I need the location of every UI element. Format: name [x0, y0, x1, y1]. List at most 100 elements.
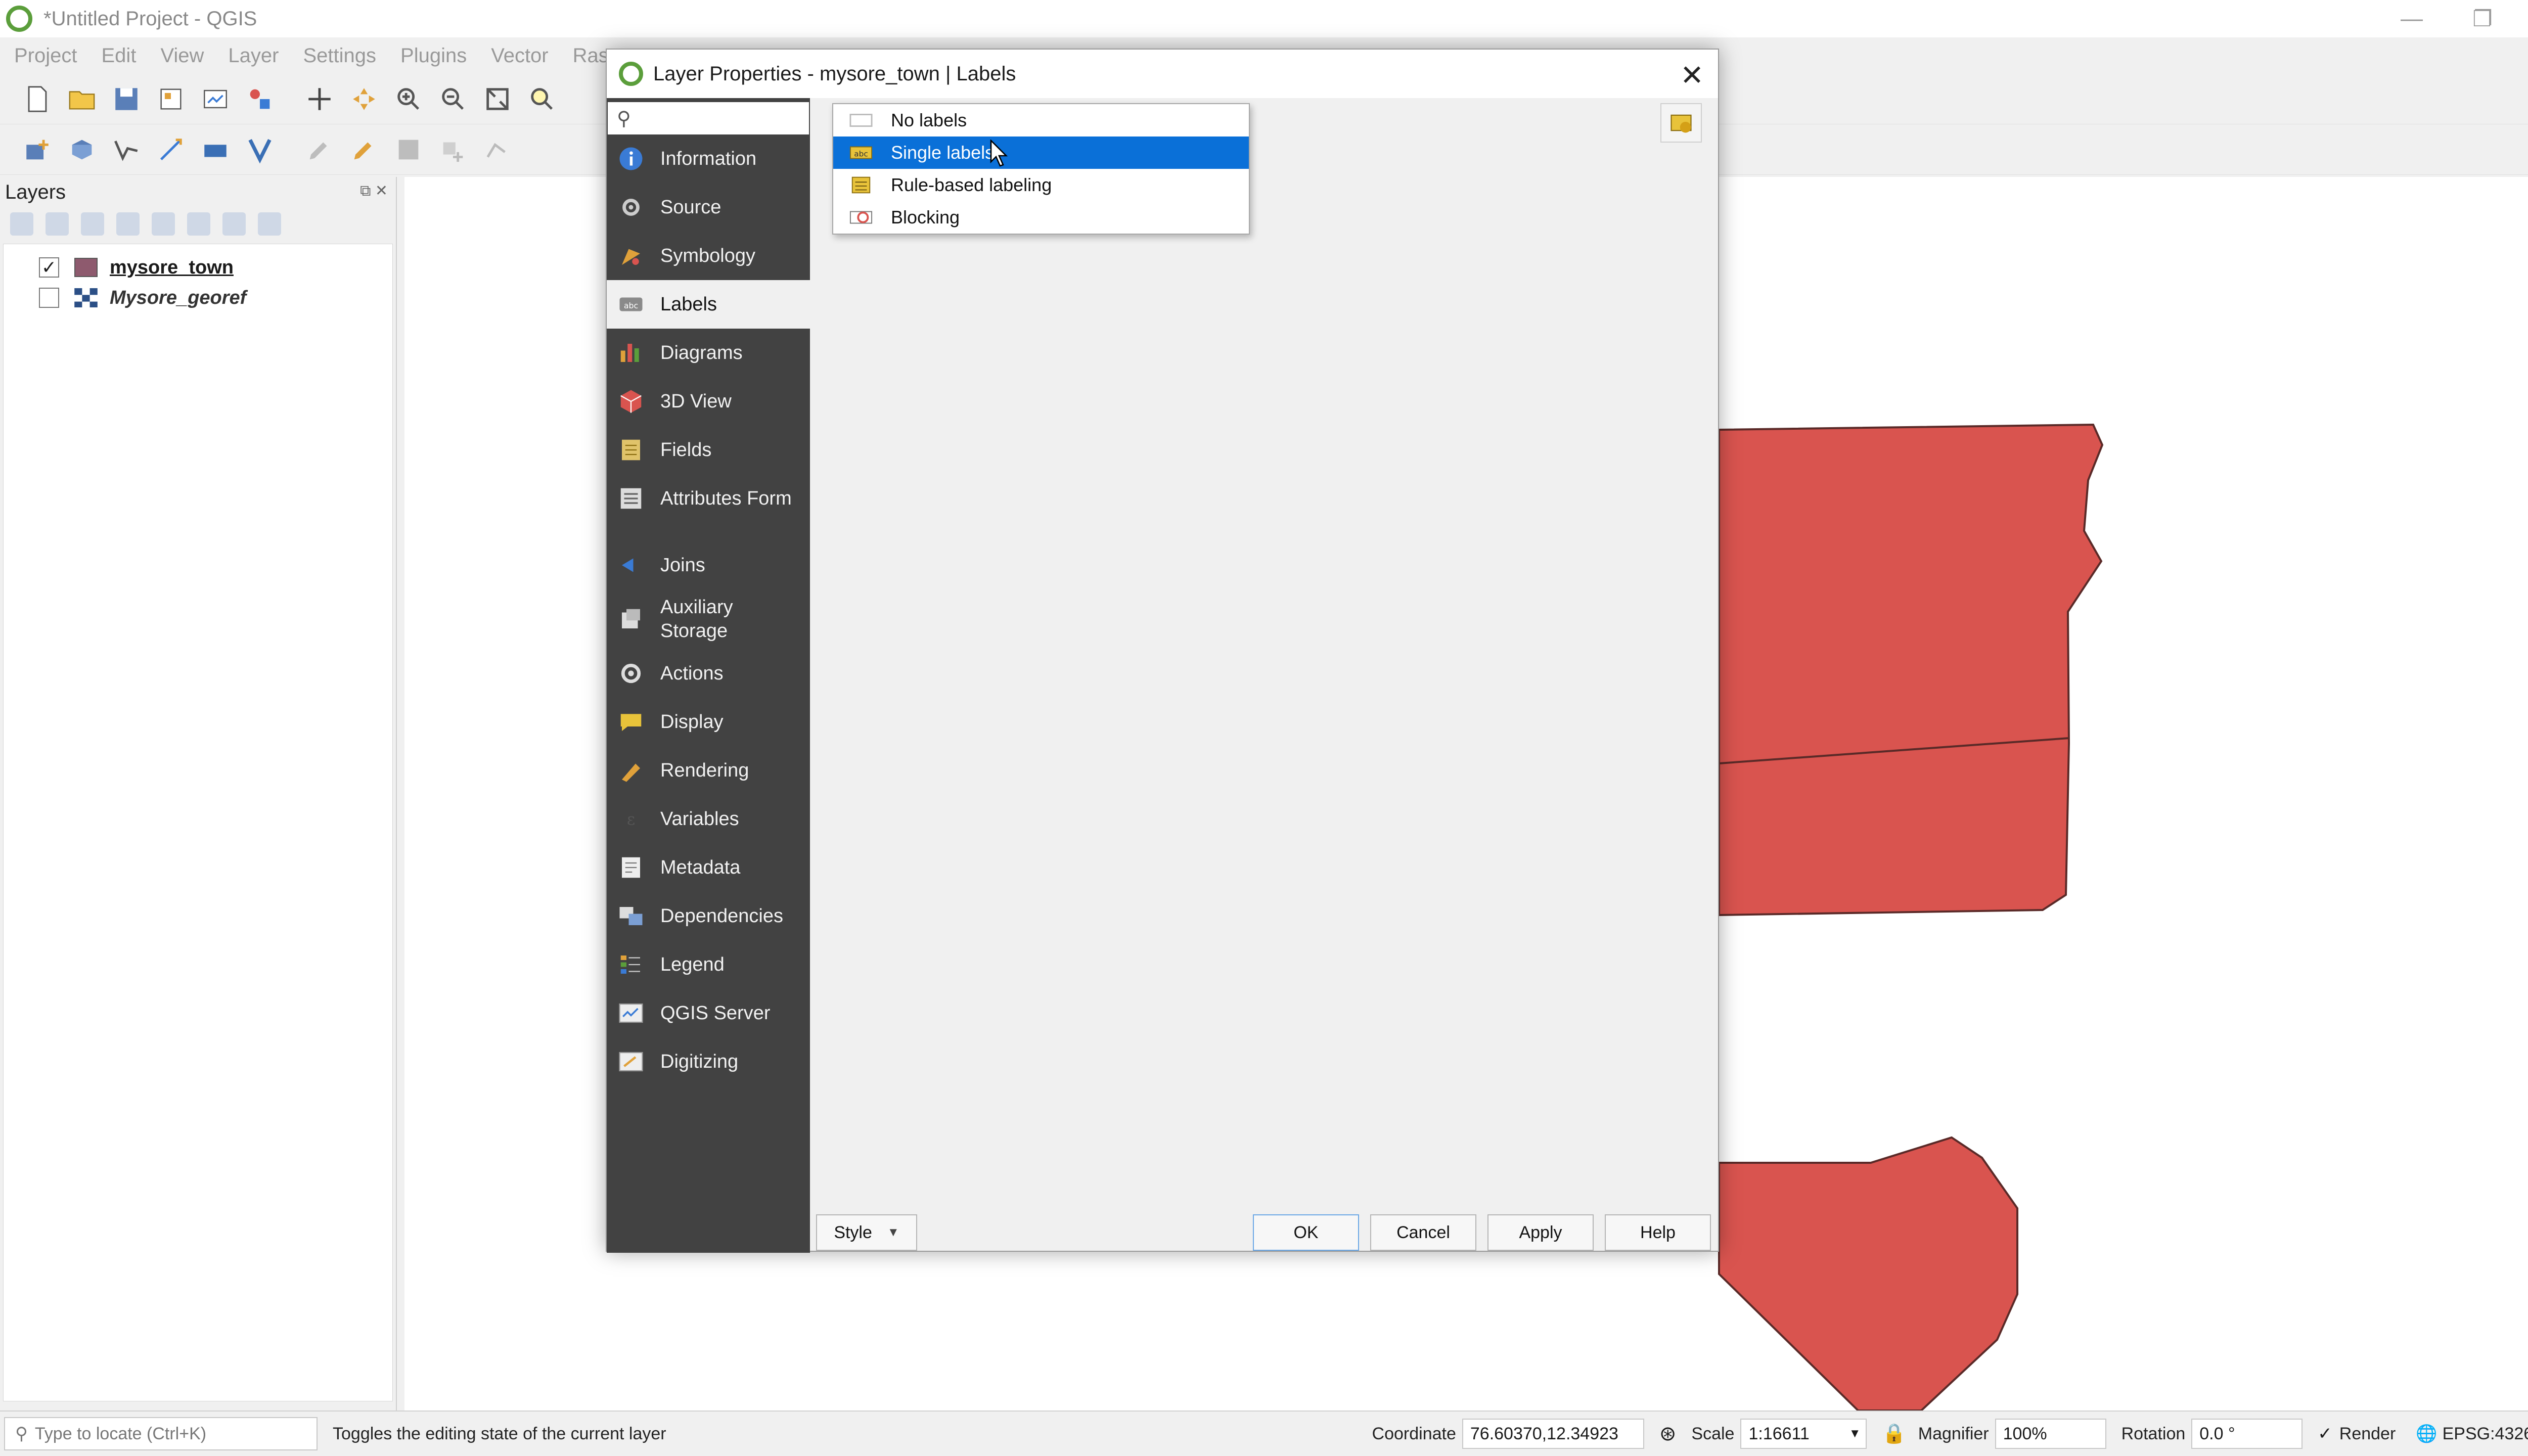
crs-button[interactable]: EPSG:4326 [2443, 1424, 2528, 1444]
close-window-button[interactable]: ✕ [2518, 0, 2528, 37]
scale-field[interactable]: 1:16611 ▼ [1740, 1419, 1867, 1449]
map-polygon-feature [1718, 1136, 2018, 1410]
collapse-all-icon[interactable] [222, 212, 246, 236]
add-delimited-text-icon[interactable] [154, 132, 188, 167]
dialog-footer: Style ▼ OK Cancel Apply Help [810, 1210, 1719, 1251]
sidebar-item-3d-view[interactable]: 3D View [607, 377, 810, 426]
style-manager-icon[interactable] [243, 82, 277, 116]
pan-map-icon[interactable] [302, 82, 337, 116]
sidebar-item-legend[interactable]: Legend [607, 940, 810, 989]
menu-vector[interactable]: Vector [491, 44, 548, 67]
auto-placement-settings-icon[interactable] [1660, 103, 1702, 143]
layer-row-mysore-town[interactable]: ✓ mysore_town [4, 252, 392, 283]
layer-visibility-checkbox[interactable]: ✓ [39, 257, 59, 278]
minimize-button[interactable]: — [2376, 0, 2447, 37]
edit-pencil-icon[interactable] [347, 132, 381, 167]
rule-based-labeling-icon [851, 176, 871, 194]
vertex-tool-icon[interactable] [480, 132, 515, 167]
zoom-full-icon[interactable] [480, 82, 515, 116]
add-vector-layer-icon[interactable] [109, 132, 144, 167]
zoom-in-icon[interactable] [391, 82, 426, 116]
apply-button[interactable]: Apply [1487, 1214, 1594, 1251]
manage-map-themes-icon[interactable] [81, 212, 104, 236]
expand-all-icon[interactable] [187, 212, 210, 236]
label-mode-single-labels[interactable]: abc Single labels [833, 136, 1249, 169]
menu-view[interactable]: View [160, 44, 204, 67]
locator-search-input[interactable]: ⚲ Type to locate (Ctrl+K) [4, 1417, 318, 1450]
add-spatialite-layer-icon[interactable] [198, 132, 233, 167]
render-checkbox[interactable]: ✓ [2318, 1424, 2332, 1444]
sidebar-item-display[interactable]: Display [607, 698, 810, 746]
sidebar-item-diagrams[interactable]: Diagrams [607, 329, 810, 377]
save-project-icon[interactable] [109, 82, 144, 116]
menu-project[interactable]: Project [14, 44, 77, 67]
new-geopackage-layer-icon[interactable] [65, 132, 99, 167]
toggle-editing-icon[interactable] [302, 132, 337, 167]
add-feature-icon[interactable] [436, 132, 470, 167]
sidebar-item-source[interactable]: Source [607, 183, 810, 232]
coordinate-field[interactable]: 76.60370,12.34923 [1462, 1419, 1644, 1449]
sidebar-search-input[interactable]: ⚲ [608, 102, 809, 134]
sidebar-item-metadata[interactable]: Metadata [607, 843, 810, 892]
sidebar-item-dependencies[interactable]: Dependencies [607, 892, 810, 940]
add-group-icon[interactable] [46, 212, 69, 236]
style-menu-button[interactable]: Style ▼ [816, 1214, 917, 1251]
sidebar-item-joins[interactable]: Joins [607, 541, 810, 589]
label-mode-dropdown[interactable]: No labels abc Single labels Rule-based l… [832, 103, 1250, 235]
panel-float-close-icon[interactable]: ⧉ ✕ [360, 182, 388, 200]
layer-row-mysore-georef[interactable]: Mysore_georef [4, 283, 392, 313]
sidebar-item-actions[interactable]: Actions [607, 649, 810, 698]
sidebar-item-symbology[interactable]: Symbology [607, 232, 810, 280]
lock-scale-icon[interactable]: 🔒 [1882, 1423, 1906, 1445]
data-source-manager-icon[interactable] [20, 132, 55, 167]
magnifier-field[interactable]: 100% [1995, 1419, 2106, 1449]
new-project-icon[interactable] [20, 82, 55, 116]
toggle-extents-icon[interactable]: ⊛ [1659, 1422, 1677, 1445]
save-edits-icon[interactable] [391, 132, 426, 167]
maximize-button[interactable]: ❐ [2447, 0, 2518, 37]
attributes-form-icon [617, 484, 645, 513]
sidebar-item-variables[interactable]: ε Variables [607, 795, 810, 843]
label-mode-no-labels[interactable]: No labels [833, 104, 1249, 136]
sidebar-item-digitizing[interactable]: Digitizing [607, 1037, 810, 1086]
add-virtual-layer-icon[interactable] [243, 132, 277, 167]
blocking-icon [849, 211, 873, 224]
menu-layer[interactable]: Layer [228, 44, 279, 67]
open-project-icon[interactable] [65, 82, 99, 116]
rendering-icon [617, 756, 645, 785]
sidebar-item-fields[interactable]: Fields [607, 426, 810, 474]
sidebar-item-auxiliary-storage[interactable]: Auxiliary Storage [607, 589, 810, 649]
help-button[interactable]: Help [1605, 1214, 1711, 1251]
sidebar-item-attributes-form[interactable]: Attributes Form [607, 474, 810, 523]
menu-edit[interactable]: Edit [102, 44, 137, 67]
layout-manager-icon[interactable] [198, 82, 233, 116]
menu-settings[interactable]: Settings [303, 44, 376, 67]
rotation-field[interactable]: 0.0 ° [2191, 1419, 2303, 1449]
qgis-logo-icon [6, 6, 32, 32]
sidebar-item-label: 3D View [660, 390, 732, 412]
zoom-out-icon[interactable] [436, 82, 470, 116]
sidebar-item-qgis-server[interactable]: QGIS Server [607, 989, 810, 1037]
sidebar-item-labels[interactable]: abc Labels [607, 280, 810, 329]
zoom-selection-icon[interactable] [525, 82, 559, 116]
filter-by-expression-icon[interactable] [152, 212, 175, 236]
label-mode-blocking[interactable]: Blocking [833, 201, 1249, 234]
layers-panel-toolbar [0, 207, 396, 241]
properties-sidebar: ⚲ Information Source Symbology abc Labels Dia… [607, 98, 810, 1253]
dependencies-icon [617, 902, 645, 930]
pan-to-selection-icon[interactable] [347, 82, 381, 116]
label-mode-rule-based[interactable]: Rule-based labeling [833, 169, 1249, 201]
open-layer-styling-icon[interactable] [10, 212, 33, 236]
sidebar-item-rendering[interactable]: Rendering [607, 746, 810, 795]
new-print-layout-icon[interactable] [154, 82, 188, 116]
joins-icon [617, 551, 645, 579]
crs-globe-icon[interactable]: 🌐 [2416, 1424, 2437, 1444]
sidebar-item-information[interactable]: Information [607, 134, 810, 183]
remove-layer-icon[interactable] [258, 212, 281, 236]
close-icon[interactable]: ✕ [1680, 59, 1704, 92]
ok-button[interactable]: OK [1253, 1214, 1359, 1251]
layer-visibility-checkbox[interactable] [39, 288, 59, 308]
filter-legend-icon[interactable] [116, 212, 140, 236]
cancel-button[interactable]: Cancel [1370, 1214, 1476, 1251]
menu-plugins[interactable]: Plugins [400, 44, 467, 67]
